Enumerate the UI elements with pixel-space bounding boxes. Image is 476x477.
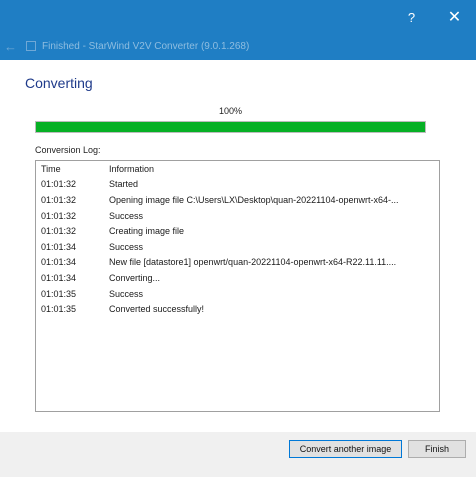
log-time: 01:01:35 bbox=[41, 288, 77, 299]
log-info: Success bbox=[109, 288, 144, 299]
log-time: 01:01:34 bbox=[41, 257, 77, 268]
wizard-window: ? ✕ ← Finished - StarWind V2V Converter … bbox=[0, 0, 476, 477]
log-time: 01:01:32 bbox=[41, 210, 77, 221]
conversion-log-label: Conversion Log: bbox=[35, 145, 101, 155]
log-info: Success bbox=[109, 241, 144, 252]
log-row[interactable]: 01:01:35 Success bbox=[36, 286, 436, 302]
log-row[interactable]: 01:01:34 Converting... bbox=[36, 270, 436, 286]
log-row[interactable]: 01:01:32 Opening image file C:\Users\LX\… bbox=[36, 192, 436, 208]
convert-another-image-button[interactable]: Convert another image bbox=[289, 440, 402, 458]
title-row: ← Finished - StarWind V2V Converter (9.0… bbox=[0, 34, 249, 58]
log-info: New file [datastore1] openwrt/quan-20221… bbox=[109, 257, 397, 268]
back-arrow-icon[interactable]: ← bbox=[4, 39, 20, 54]
progress-bar-fill bbox=[36, 122, 425, 132]
conversion-log-list[interactable]: Time Information 01:01:32 Started 01:01:… bbox=[35, 160, 440, 412]
log-time: 01:01:32 bbox=[41, 179, 77, 190]
app-icon bbox=[26, 41, 36, 51]
log-row[interactable]: 01:01:32 Creating image file bbox=[36, 223, 436, 239]
column-header-time[interactable]: Time bbox=[36, 161, 109, 177]
log-row[interactable]: 01:01:32 Success bbox=[36, 208, 436, 224]
log-header-row: Time Information bbox=[36, 161, 436, 177]
close-icon[interactable]: ✕ bbox=[433, 0, 476, 34]
log-table: Time Information 01:01:32 Started 01:01:… bbox=[36, 161, 436, 317]
log-row[interactable]: 01:01:34 New file [datastore1] openwrt/q… bbox=[36, 255, 436, 271]
column-header-information[interactable]: Information bbox=[109, 161, 436, 177]
window-controls: ? ✕ bbox=[390, 0, 476, 34]
log-info: Creating image file bbox=[109, 226, 185, 237]
log-time: 01:01:34 bbox=[41, 241, 77, 252]
window-title: Finished - StarWind V2V Converter (9.0.1… bbox=[42, 40, 250, 52]
log-info: Started bbox=[109, 179, 139, 190]
log-row[interactable]: 01:01:34 Success bbox=[36, 239, 436, 255]
page-title: Converting bbox=[25, 75, 93, 91]
log-info: Converting... bbox=[109, 272, 161, 283]
help-icon[interactable]: ? bbox=[390, 0, 433, 34]
log-row[interactable]: 01:01:35 Converted successfully! bbox=[36, 301, 436, 317]
log-info: Opening image file C:\Users\LX\Desktop\q… bbox=[109, 194, 399, 205]
log-info: Converted successfully! bbox=[109, 304, 205, 315]
footer-bar bbox=[0, 432, 476, 477]
title-bar: ? ✕ ← Finished - StarWind V2V Converter … bbox=[0, 0, 476, 60]
finish-button[interactable]: Finish bbox=[408, 440, 466, 458]
progress-percent-label: 100% bbox=[218, 106, 243, 116]
log-info: Success bbox=[109, 210, 144, 221]
log-time: 01:01:32 bbox=[41, 226, 77, 237]
log-time: 01:01:35 bbox=[41, 304, 77, 315]
log-time: 01:01:32 bbox=[41, 194, 77, 205]
log-row[interactable]: 01:01:32 Started bbox=[36, 177, 436, 193]
log-time: 01:01:34 bbox=[41, 272, 77, 283]
progress-bar bbox=[35, 121, 426, 133]
